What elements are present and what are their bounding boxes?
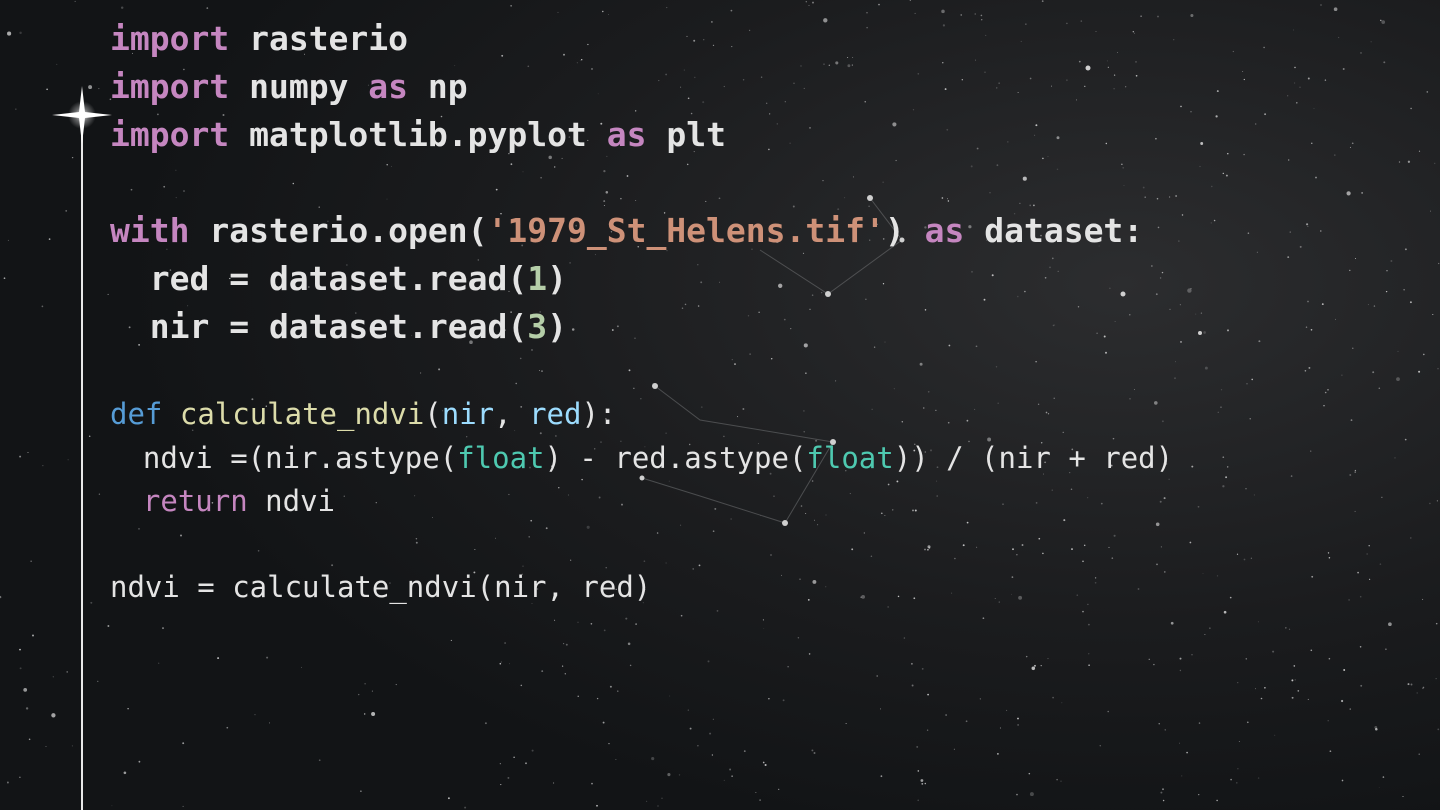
keyword: import: [110, 115, 230, 154]
code-line-8: ndvi =(nir.astype(float) - red.astype(fl…: [108, 441, 1173, 475]
builtin-type: float: [457, 441, 545, 475]
string-literal: '1979_St_Helens.tif': [487, 211, 885, 250]
code-text: ,: [494, 397, 530, 431]
code-text: )) / (nir + red): [893, 441, 1174, 475]
code-text: ndvi = calculate_ndvi(nir, red): [110, 570, 652, 604]
code-text: ndvi: [247, 484, 335, 518]
code-text: red = dataset.read(: [110, 259, 528, 298]
code-text: plt: [646, 115, 726, 154]
code-text: rasterio: [229, 19, 409, 58]
function-name: calculate_ndvi: [179, 397, 425, 431]
keyword: as: [368, 67, 409, 106]
parameter: nir: [441, 397, 495, 431]
code-text: ):: [581, 397, 617, 431]
code-text: np: [408, 67, 468, 106]
keyword: return: [142, 484, 248, 518]
code-line-6: nir = dataset.read(3): [110, 307, 567, 346]
builtin-type: float: [806, 441, 894, 475]
keyword: as: [924, 211, 965, 250]
number-literal: 3: [527, 307, 548, 346]
code-text: dataset:: [964, 211, 1144, 250]
code-line-3: import matplotlib.pyplot as plt: [110, 115, 726, 154]
code-text: (: [424, 397, 442, 431]
keyword: import: [110, 19, 230, 58]
timeline-line: [81, 118, 83, 810]
code-line-7: def calculate_ndvi(nir, red):: [110, 397, 616, 431]
code-text: rasterio.open(: [189, 211, 488, 250]
code-text: ): [547, 259, 567, 298]
code-text: ): [547, 307, 567, 346]
keyword: import: [110, 67, 230, 106]
code-line-9: return ndvi: [108, 484, 335, 518]
keyword: with: [110, 211, 190, 250]
code-line-2: import numpy as np: [110, 67, 468, 106]
code-text: ndvi =(nir.astype(: [108, 441, 458, 475]
number-literal: 1: [527, 259, 548, 298]
code-text: nir = dataset.read(: [110, 307, 528, 346]
keyword: def: [110, 397, 163, 431]
code-line-10: ndvi = calculate_ndvi(nir, red): [110, 570, 651, 604]
code-text: ) - red.astype(: [544, 441, 807, 475]
code-line-4: with rasterio.open('1979_St_Helens.tif')…: [110, 211, 1143, 250]
code-line-1: import rasterio: [110, 19, 408, 58]
code-text: matplotlib.pyplot: [229, 115, 607, 154]
code-text: ): [884, 211, 925, 250]
code-line-5: red = dataset.read(1): [110, 259, 567, 298]
keyword: as: [606, 115, 647, 154]
parameter: red: [529, 397, 582, 431]
code-text: numpy: [229, 67, 369, 106]
sparkle-star-icon: [52, 86, 112, 144]
